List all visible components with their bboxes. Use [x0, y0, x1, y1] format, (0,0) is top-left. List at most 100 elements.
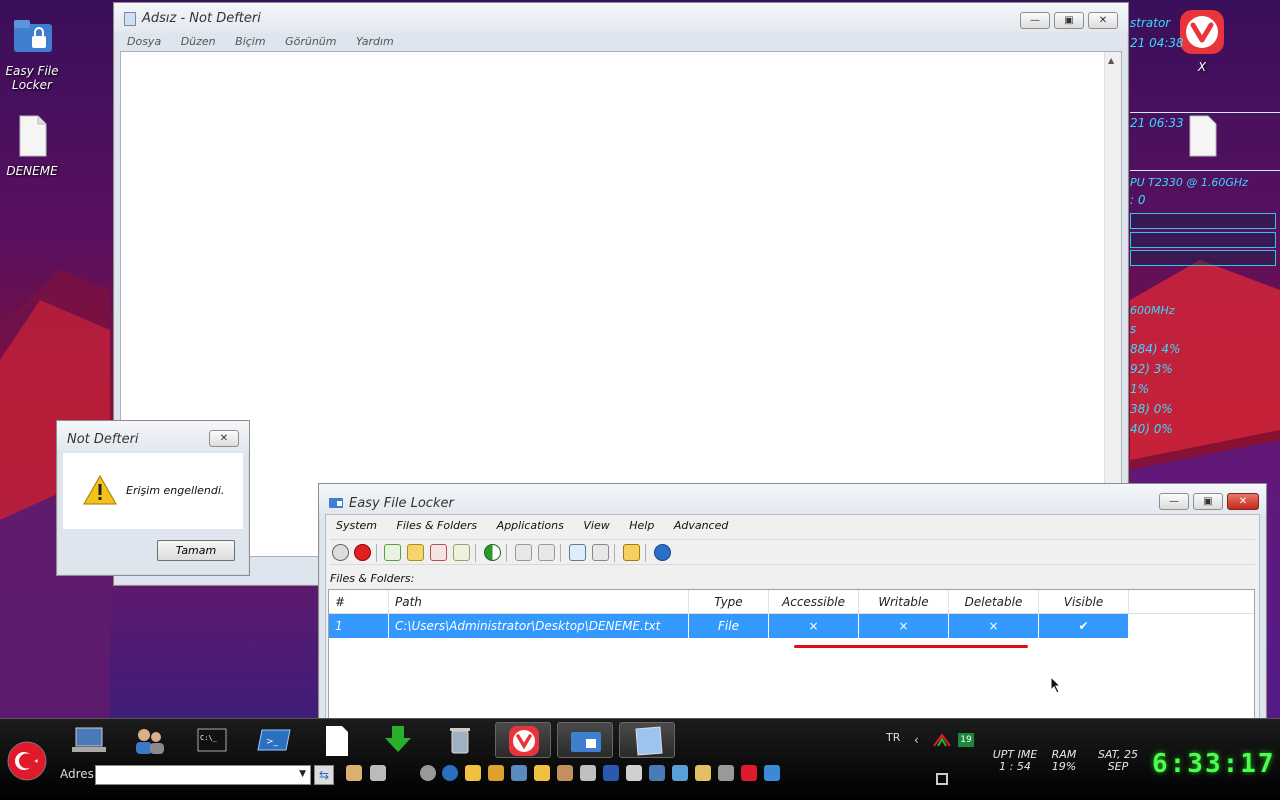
about-info-icon[interactable] [654, 544, 671, 561]
vertical-scrollbar[interactable]: ▲ [1104, 52, 1121, 556]
quicklaunch-folder-icon[interactable] [465, 765, 481, 781]
taskbar-notepad-window[interactable] [619, 722, 675, 758]
move-up-icon[interactable] [538, 544, 555, 561]
quicklaunch-camera-icon[interactable] [718, 765, 734, 781]
notepad-text-area[interactable]: ▲ [120, 51, 1122, 557]
column-header-type[interactable]: Type [689, 590, 769, 614]
efl-client-area: System Files & Folders Applications View… [325, 514, 1260, 722]
tray-badge[interactable]: 19 [958, 733, 974, 747]
taskbar-cmd[interactable]: C:\_ [184, 722, 240, 758]
quicklaunch-printer-icon[interactable] [695, 765, 711, 781]
menu-advanced[interactable]: Advanced [674, 519, 729, 532]
cell-visible: ✔ [1039, 614, 1129, 638]
quicklaunch-disc-icon[interactable] [420, 765, 436, 781]
easy-file-locker-window[interactable]: Easy File Locker — ▣ ✕ System Files & Fo… [318, 483, 1267, 723]
add-application-icon[interactable] [569, 544, 586, 561]
menu-view[interactable]: Görünüm [285, 35, 336, 48]
ram-display: RAM 19% [1046, 749, 1082, 773]
quicklaunch-grid-icon[interactable] [649, 765, 665, 781]
minimize-button[interactable]: — [1159, 493, 1189, 510]
edit-item-icon[interactable] [453, 544, 470, 561]
toggle-status-icon[interactable] [484, 544, 501, 561]
add-folder-icon[interactable] [407, 544, 424, 561]
column-header-writable[interactable]: Writable [859, 590, 949, 614]
quicklaunch-turkey-flag-icon[interactable] [741, 765, 757, 781]
column-header-deletable[interactable]: Deletable [949, 590, 1039, 614]
antivirus-tray-icon[interactable] [933, 733, 951, 747]
go-refresh-icon[interactable]: ⇆ [314, 765, 334, 785]
menu-format[interactable]: Biçim [235, 35, 265, 48]
address-label: Adres [60, 767, 94, 781]
menu-file[interactable]: Dosya [127, 35, 161, 48]
menu-view[interactable]: View [583, 519, 609, 532]
taskbar-download[interactable] [370, 722, 426, 758]
menu-help[interactable]: Help [629, 519, 654, 532]
taskbar-powershell[interactable]: >_ [246, 722, 302, 758]
chevron-left-icon[interactable]: ‹ [914, 733, 919, 747]
move-down-icon[interactable] [515, 544, 532, 561]
uptime-value: 1 : 54 [999, 760, 1031, 773]
menu-applications[interactable]: Applications [497, 519, 564, 532]
files-table: # Path Type Accessible Writable Deletabl… [328, 589, 1255, 721]
notepad-titlebar[interactable]: Adsız - Not Defteri — ▣ ✕ [114, 3, 1128, 33]
address-input[interactable]: ▼ [95, 765, 311, 785]
quicklaunch-help-icon[interactable] [442, 765, 458, 781]
column-header-accessible[interactable]: Accessible [769, 590, 859, 614]
close-button[interactable]: ✕ [1088, 12, 1118, 29]
quicklaunch-users-icon[interactable] [346, 765, 362, 781]
dialog-titlebar[interactable]: Not Defteri ✕ [57, 421, 249, 451]
add-file-icon[interactable] [384, 544, 401, 561]
taskbar-vivaldi[interactable] [495, 722, 551, 758]
network-tray-icon[interactable] [936, 773, 948, 785]
remove-item-icon[interactable] [430, 544, 447, 561]
taskbar-recycle-bin[interactable] [432, 722, 488, 758]
scroll-up-arrow-icon[interactable]: ▲ [1108, 56, 1114, 65]
digital-clock[interactable]: 6:33:17 [1152, 749, 1276, 779]
quicklaunch-shield-icon[interactable] [603, 765, 619, 781]
quicklaunch-regedit-icon[interactable] [626, 765, 642, 781]
start-button-flag-icon[interactable] [7, 741, 47, 781]
desktop-icon-deneme[interactable]: DENEME [0, 112, 64, 178]
quicklaunch-files-icon[interactable] [488, 765, 504, 781]
column-header-number[interactable]: # [329, 590, 389, 614]
menu-help[interactable]: Yardım [356, 35, 394, 48]
column-header-visible[interactable]: Visible [1039, 590, 1129, 614]
quicklaunch-app-icon[interactable] [764, 765, 780, 781]
menu-edit[interactable]: Düzen [181, 35, 216, 48]
error-dialog[interactable]: Not Defteri ✕ Erişim engellendi. Tamam [56, 420, 250, 576]
column-header-path[interactable]: Path [389, 590, 689, 614]
minimize-button[interactable]: — [1020, 12, 1050, 29]
taskbar-computer[interactable] [60, 722, 116, 758]
monitor-line: 40) 0% [1130, 422, 1173, 436]
quicklaunch-folder-tree-icon[interactable] [534, 765, 550, 781]
remove-application-icon[interactable] [592, 544, 609, 561]
quicklaunch-network-icon[interactable] [511, 765, 527, 781]
taskbar-easy-file-locker[interactable] [557, 722, 613, 758]
menu-system[interactable]: System [336, 519, 377, 532]
chevron-down-icon[interactable]: ▼ [299, 769, 306, 779]
stop-protection-icon[interactable] [354, 544, 371, 561]
maximize-button[interactable]: ▣ [1193, 493, 1223, 510]
ok-button[interactable]: Tamam [157, 540, 235, 561]
quicklaunch-monitor-icon[interactable] [672, 765, 688, 781]
menu-files-folders[interactable]: Files & Folders [397, 519, 478, 532]
monitor-line: 884) 4% [1130, 342, 1181, 356]
quicklaunch-chess-icon[interactable] [557, 765, 573, 781]
language-indicator[interactable]: TR [886, 731, 900, 744]
efl-titlebar[interactable]: Easy File Locker — ▣ ✕ [319, 484, 1266, 514]
monitor-line: PU T2330 @ 1.60GHz [1130, 176, 1248, 189]
cell-number: 1 [329, 614, 389, 638]
maximize-button[interactable]: ▣ [1054, 12, 1084, 29]
desktop-icon-easy-file-locker[interactable]: Easy File Locker [0, 12, 64, 92]
close-button[interactable]: ✕ [1227, 493, 1259, 510]
taskbar-notepad[interactable] [308, 722, 364, 758]
quicklaunch-tools-icon[interactable] [580, 765, 596, 781]
table-row[interactable]: 1 C:\Users\Administrator\Desktop\DENEME.… [329, 614, 1254, 638]
start-protection-icon[interactable] [332, 544, 349, 561]
quicklaunch-drive-icon[interactable] [370, 765, 386, 781]
close-button[interactable]: ✕ [209, 430, 239, 447]
taskbar-users[interactable] [122, 722, 178, 758]
key-password-icon[interactable] [623, 544, 640, 561]
taskbar: C:\_ >_ Adres ▼ ⇆ TR ‹ 19 UPT IME 1 : 54… [0, 718, 1280, 800]
dialog-title: Not Defteri [67, 432, 139, 447]
